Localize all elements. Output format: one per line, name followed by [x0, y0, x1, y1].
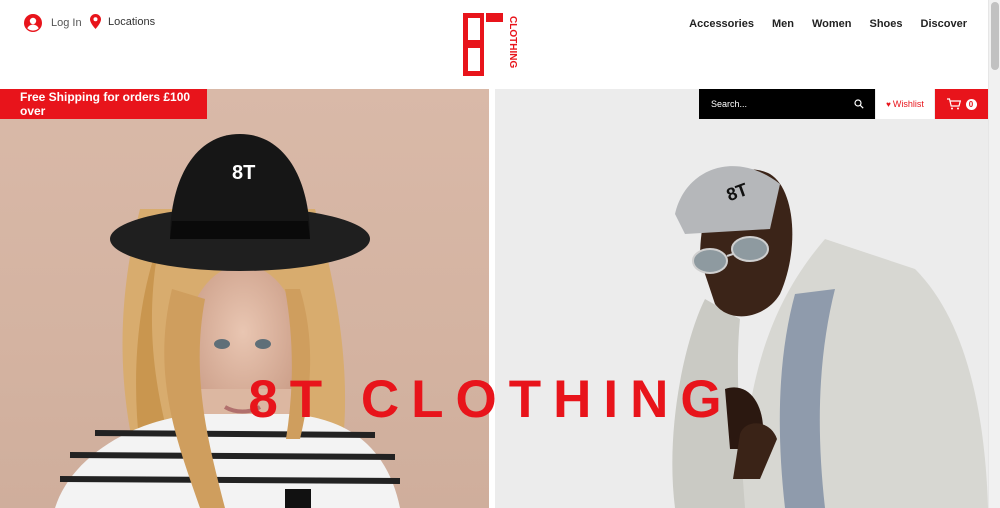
search-input[interactable] — [711, 99, 841, 109]
map-pin-icon — [90, 14, 101, 29]
locations-label: Locations — [108, 15, 156, 28]
woman-illustration: 8T — [55, 134, 401, 508]
hero-title: 8T CLOTHING — [248, 370, 734, 429]
nav-women[interactable]: Women — [812, 18, 852, 30]
search-icon[interactable] — [854, 99, 864, 109]
heart-icon: ♥ — [886, 99, 891, 109]
site-header: Log In Locations CLOTHING Accessories Me… — [0, 0, 988, 89]
login-link[interactable]: Log In — [24, 14, 82, 32]
wishlist-link[interactable]: ♥ Wishlist — [876, 89, 934, 119]
nav-discover[interactable]: Discover — [921, 18, 967, 30]
nav-men[interactable]: Men — [772, 18, 794, 30]
hero-image-man: 8T — [495, 89, 988, 508]
locations-link[interactable]: Locations — [90, 14, 155, 29]
cart-count-badge: 0 — [965, 98, 977, 110]
nav-accessories[interactable]: Accessories — [689, 18, 754, 30]
cart-button[interactable]: 0 — [935, 89, 988, 119]
hero-image-woman: 8T Free Shipping for orders £100 over — [0, 89, 489, 508]
search-box[interactable] — [699, 89, 875, 119]
free-shipping-banner[interactable]: Free Shipping for orders £100 over — [0, 89, 207, 119]
user-circle-icon — [24, 14, 42, 32]
man-illustration: 8T — [672, 166, 988, 508]
login-label: Log In — [51, 17, 82, 29]
svg-text:8T: 8T — [232, 162, 255, 184]
brand-logo[interactable]: CLOTHING — [463, 13, 521, 76]
main-nav: Accessories Men Women Shoes Discover — [689, 18, 967, 30]
shopping-cart-icon — [946, 98, 961, 110]
vertical-scrollbar[interactable] — [988, 0, 1000, 508]
scrollbar-thumb[interactable] — [991, 2, 999, 70]
nav-shoes[interactable]: Shoes — [870, 18, 903, 30]
svg-text:CLOTHING: CLOTHING — [507, 16, 518, 68]
wishlist-label: Wishlist — [892, 99, 924, 109]
hero-section: 8T Free Shipping for orders £100 over 8T — [0, 89, 988, 508]
